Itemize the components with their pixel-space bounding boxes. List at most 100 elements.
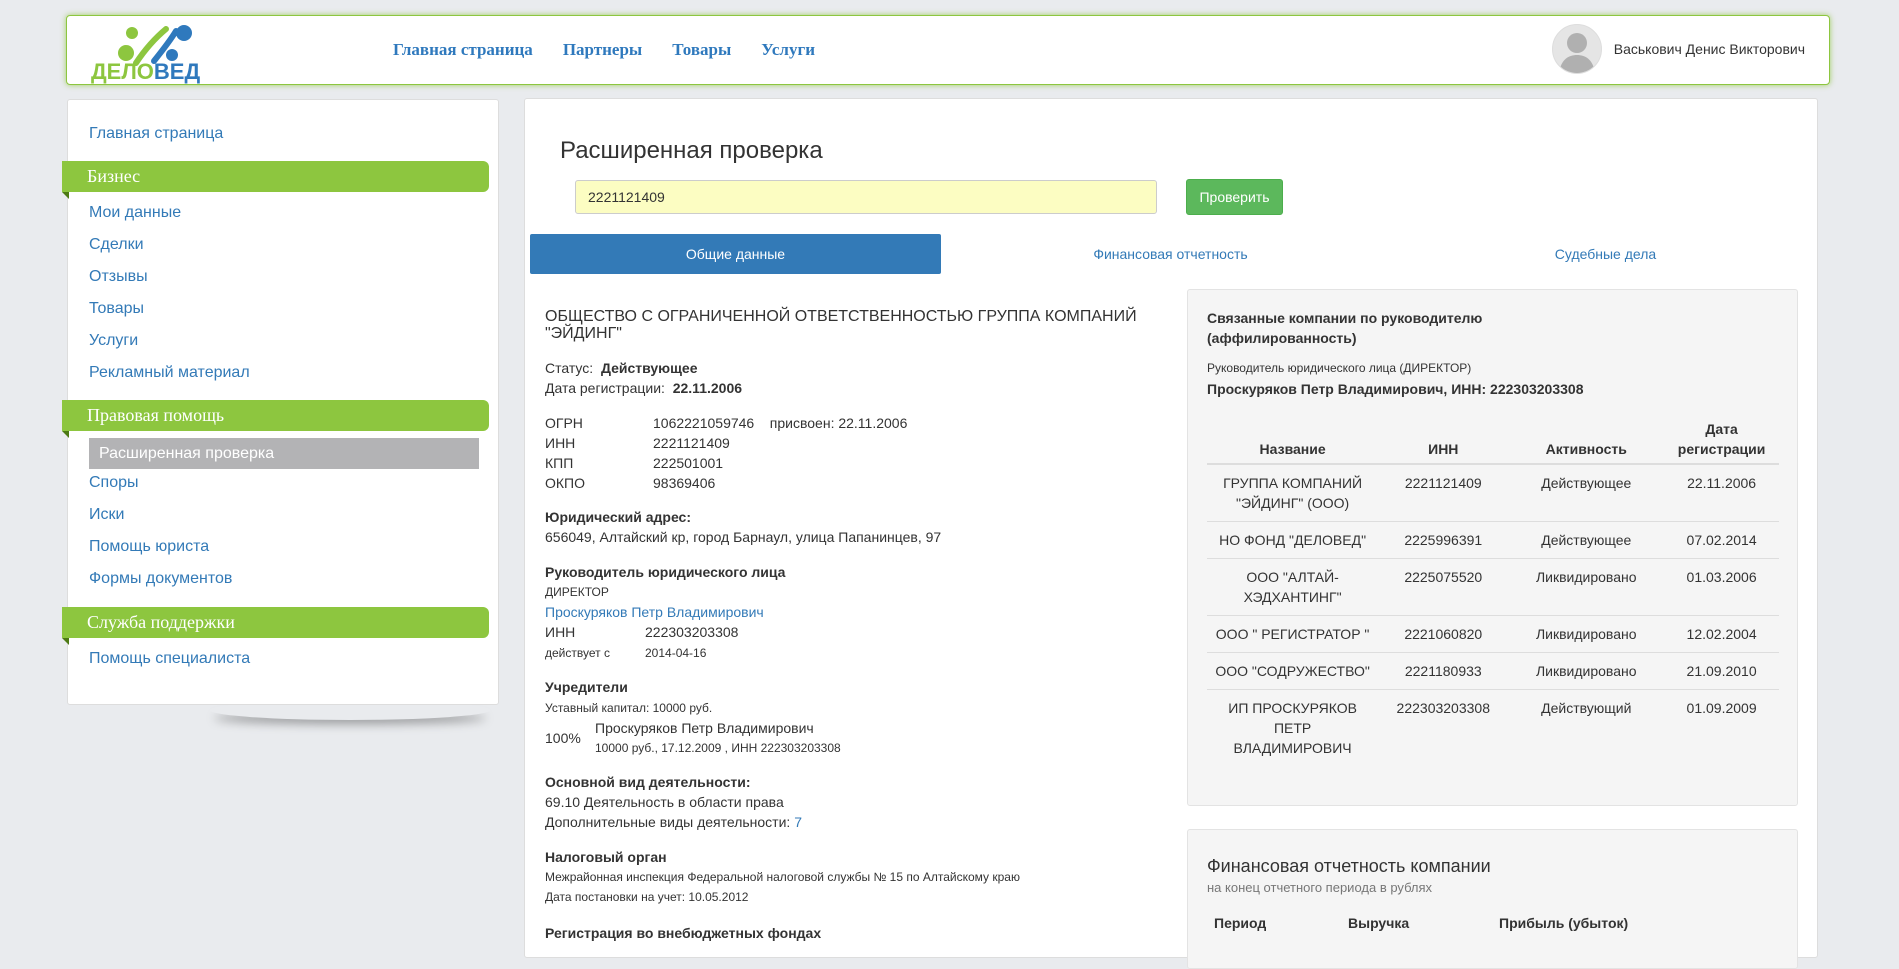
cell-inn: 2221180933 [1378, 652, 1509, 690]
cell-date: 01.09.2009 [1664, 689, 1779, 766]
fin-col-period: Период [1214, 915, 1267, 931]
sidebar-item-my-data[interactable]: Мои данные [89, 204, 181, 222]
cell-activity: Ликвидировано [1508, 558, 1665, 616]
top-header: ДЕЛОВЕД Главная страница Партнеры Товары… [66, 15, 1830, 85]
sidebar-item-specialist-help[interactable]: Помощь специалиста [89, 650, 250, 668]
reg-date-value: 22.11.2006 [672, 380, 743, 396]
related-table: Название ИНН Активность Дата регистрации… [1207, 415, 1779, 766]
sidebar-item-claims[interactable]: Иски [89, 506, 124, 524]
financial-panel: Финансовая отчетность компании на конец … [1187, 829, 1798, 969]
table-row: НО ФОНД "ДЕЛОВЕД" 2225996391 Действующее… [1207, 521, 1779, 559]
tab-court-cases[interactable]: Судебные дела [1400, 234, 1811, 274]
search-input[interactable] [575, 180, 1157, 214]
kpp-label: КПП [545, 455, 574, 471]
cell-inn: 222303203308 [1378, 689, 1509, 766]
cell-name: ООО " РЕГИСТРАТОР " [1207, 615, 1379, 653]
cell-activity: Ликвидировано [1508, 652, 1665, 690]
sidebar-item-lawyer-help[interactable]: Помощь юриста [89, 538, 209, 556]
cell-inn: 2221121409 [1404, 475, 1482, 491]
sidebar-item-home[interactable]: Главная страница [89, 125, 223, 143]
related-companies-panel: Связанные компании по руководителю (аффи… [1187, 289, 1798, 806]
activity-value: 69.10 Деятельность в области права [545, 794, 784, 810]
head-since-label: действует с [545, 646, 610, 660]
extra-activity-label: Дополнительные виды деятельности: [545, 814, 791, 830]
tax-value: Межрайонная инспекция Федеральной налого… [545, 870, 1020, 884]
logo-text-part1: ДЕЛО [91, 59, 154, 84]
head-name-link[interactable]: Проскуряков Петр Владимирович [545, 604, 764, 620]
cell-name: ООО "АЛТАЙ-ХЭДХАНТИНГ" [1207, 558, 1379, 616]
cell-inn: 2225996391 [1378, 521, 1509, 559]
cell-date: 01.03.2006 [1664, 558, 1779, 616]
page-title: Расширенная проверка [560, 137, 823, 164]
col-inn: ИНН [1378, 415, 1509, 465]
cell-date: 21.09.2010 [1664, 652, 1779, 690]
sidebar-header-legal: Правовая помощь [62, 400, 489, 438]
topnav-home[interactable]: Главная страница [393, 40, 533, 60]
table-row: ООО " РЕГИСТРАТОР " 2221060820 Ликвидиро… [1207, 615, 1779, 653]
sidebar-item-services[interactable]: Услуги [89, 332, 138, 350]
col-activity: Активность [1508, 415, 1665, 465]
okpo-label: ОКПО [545, 475, 585, 491]
ogrn-assigned: присвоен: 22.11.2006 [769, 415, 908, 431]
head-label: Руководитель юридического лица [545, 564, 786, 580]
cell-activity: Действующее [1508, 521, 1665, 559]
avatar[interactable] [1551, 24, 1602, 74]
founder-share: 100% [545, 730, 581, 746]
sidebar-item-ad-material[interactable]: Рекламный материал [89, 364, 250, 382]
capital-value: Уставный капитал: 10000 руб. [545, 701, 713, 715]
check-button[interactable]: Проверить [1186, 179, 1283, 215]
head-role: ДИРЕКТОР [545, 585, 609, 599]
head-inn-row: ИНН 222303203308 [545, 624, 738, 640]
col-name: Название [1207, 415, 1379, 465]
head-since-value: 2014-04-16 [645, 646, 707, 660]
okpo-value: 98369406 [653, 475, 716, 491]
top-nav: Главная страница Партнеры Товары Услуги [393, 40, 815, 60]
logo[interactable]: ДЕЛОВЕД [91, 19, 211, 85]
topnav-products[interactable]: Товары [672, 40, 731, 60]
cell-activity: Ликвидировано [1508, 615, 1665, 653]
table-row: ИП ПРОСКУРЯКОВ ПЕТР ВЛАДИМИРОВИЧ 2223032… [1207, 689, 1779, 766]
user-silhouette-icon [1558, 33, 1595, 73]
sidebar-item-extended-check[interactable]: Расширенная проверка [89, 438, 479, 469]
cell-name: НО ФОНД "ДЕЛОВЕД" [1207, 521, 1379, 559]
cell-name: ГРУППА КОМПАНИЙ "ЭЙДИНГ" (ООО) [1223, 475, 1363, 511]
cell-date: 07.02.2014 [1664, 521, 1779, 559]
sidebar-item-deals[interactable]: Сделки [89, 236, 144, 254]
cell-inn: 2221060820 [1378, 615, 1509, 653]
fin-col-revenue: Выручка [1348, 915, 1410, 931]
tax-label: Налоговый орган [545, 849, 667, 865]
sidebar-header-business: Бизнес [62, 161, 489, 199]
sidebar-item-reviews[interactable]: Отзывы [89, 268, 148, 286]
cell-name: ИП ПРОСКУРЯКОВ ПЕТР ВЛАДИМИРОВИЧ [1207, 689, 1379, 766]
extra-activity-count-link[interactable]: 7 [794, 814, 802, 830]
founder-name: Проскуряков Петр Владимирович [595, 720, 814, 736]
cell-name: ООО "СОДРУЖЕСТВО" [1207, 652, 1379, 690]
sidebar-item-products[interactable]: Товары [89, 300, 144, 318]
sidebar-item-disputes[interactable]: Споры [89, 474, 139, 492]
user-menu[interactable]: Васькович Денис Викторович [1551, 24, 1805, 74]
financial-title: Финансовая отчетность компании [1207, 856, 1491, 876]
table-row: ООО "АЛТАЙ-ХЭДХАНТИНГ" 2225075520 Ликвид… [1207, 558, 1779, 616]
sidebar: Главная страница Бизнес Мои данные Сделк… [62, 99, 499, 705]
ogrn-label: ОГРН [545, 415, 583, 431]
cell-inn: 2225075520 [1378, 558, 1509, 616]
main-panel: Расширенная проверка Проверить Общие дан… [524, 98, 1818, 969]
cell-activity: Действующий [1508, 689, 1665, 766]
topnav-services[interactable]: Услуги [761, 40, 815, 60]
tab-financial[interactable]: Финансовая отчетность [965, 234, 1376, 274]
user-name[interactable]: Васькович Денис Викторович [1614, 41, 1805, 57]
topnav-partners[interactable]: Партнеры [563, 40, 642, 60]
tab-general[interactable]: Общие данные [530, 234, 941, 274]
status-label: Статус: [545, 360, 594, 376]
cell-date: 22.11.2006 [1687, 475, 1757, 491]
logo-text: ДЕЛОВЕД [91, 59, 200, 85]
head-inn-value: 222303203308 [645, 624, 739, 640]
sidebar-item-doc-forms[interactable]: Формы документов [89, 570, 232, 588]
ogrn-value: 1062221059746 [653, 415, 755, 431]
cell-date: 12.02.2004 [1664, 615, 1779, 653]
address-value: 656049, Алтайский кр, город Барнаул, ули… [545, 529, 942, 545]
status-value: Действующее [600, 360, 698, 376]
cell-activity: Действующее [1541, 475, 1632, 491]
company-name: ОБЩЕСТВО С ОГРАНИЧЕННОЙ ОТВЕТСТВЕННОСТЬЮ… [545, 308, 1137, 342]
col-reg-date: Дата регистрации [1664, 415, 1779, 465]
